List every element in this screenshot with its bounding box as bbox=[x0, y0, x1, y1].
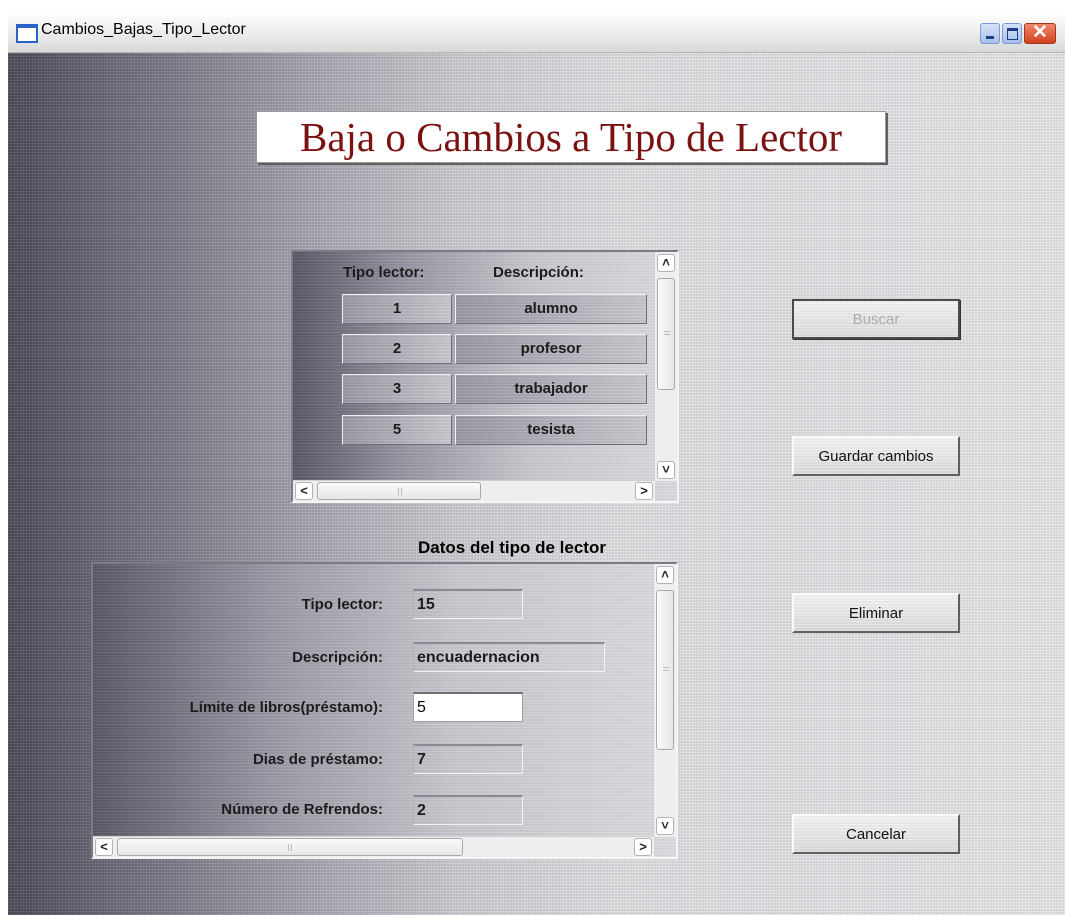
scroll-down-icon[interactable]: ˅ bbox=[657, 461, 675, 479]
page-title: Baja o Cambios a Tipo de Lector bbox=[256, 111, 886, 163]
grid-header-descripcion: Descripción: bbox=[493, 264, 584, 281]
title-bar[interactable]: Cambios_Bajas_Tipo_Lector ✕ bbox=[8, 12, 1065, 53]
close-icon: ✕ bbox=[1032, 22, 1048, 43]
field-label-descripcion: Descripción: bbox=[292, 649, 383, 666]
grid-vscroll-thumb[interactable] bbox=[657, 278, 675, 390]
tipo-lector-field: 15 bbox=[413, 589, 523, 619]
grid-cell-id[interactable]: 1 bbox=[342, 294, 452, 324]
dias-prestamo-field: 7 bbox=[413, 744, 523, 774]
delete-button[interactable]: Eliminar bbox=[792, 593, 960, 633]
save-changes-button[interactable]: Guardar cambios bbox=[792, 436, 960, 476]
details-vertical-scrollbar[interactable]: ˄ ˅ bbox=[653, 564, 676, 837]
grid-cell-desc[interactable]: profesor bbox=[455, 334, 647, 364]
grid-cell-desc[interactable]: trabajador bbox=[455, 374, 647, 404]
grid-cell-desc[interactable]: tesista bbox=[455, 415, 647, 445]
maximize-button[interactable] bbox=[1002, 23, 1022, 44]
grid-cell-id[interactable]: 5 bbox=[342, 415, 452, 445]
refrendos-field: 2 bbox=[413, 795, 523, 825]
details-horizontal-scrollbar[interactable]: < > bbox=[93, 836, 654, 857]
field-label-tipo-lector: Tipo lector: bbox=[301, 596, 383, 613]
grid-horizontal-scrollbar[interactable]: < > bbox=[293, 480, 655, 501]
details-caption: Datos del tipo de lector bbox=[418, 538, 606, 557]
limite-libros-input[interactable]: 5 bbox=[413, 692, 523, 722]
scroll-up-icon[interactable]: ˄ bbox=[656, 566, 674, 584]
field-label-dias-prestamo: Dias de préstamo: bbox=[252, 751, 383, 768]
details-vscroll-thumb[interactable] bbox=[656, 590, 674, 750]
descripcion-field: encuadernacion bbox=[413, 642, 605, 672]
cancel-button[interactable]: Cancelar bbox=[792, 814, 960, 854]
field-label-limite-libros: Límite de libros(préstamo): bbox=[189, 699, 383, 716]
scroll-down-icon[interactable]: ˅ bbox=[656, 817, 674, 835]
grid-cell-id[interactable]: 2 bbox=[342, 334, 452, 364]
search-button[interactable]: Buscar bbox=[792, 299, 960, 339]
close-button[interactable]: ✕ bbox=[1024, 23, 1056, 44]
window-title: Cambios_Bajas_Tipo_Lector bbox=[41, 21, 246, 38]
details-hscroll-thumb[interactable] bbox=[117, 838, 463, 856]
scroll-left-icon[interactable]: < bbox=[95, 838, 113, 856]
scroll-right-icon[interactable]: > bbox=[635, 482, 653, 500]
grid-vertical-scrollbar[interactable]: ˄ ˅ bbox=[654, 252, 677, 481]
field-label-refrendos: Número de Refrendos: bbox=[221, 801, 383, 818]
reader-type-grid[interactable]: Tipo lector: Descripción: 1 alumno 2 pro… bbox=[291, 250, 679, 503]
app-window: Cambios_Bajas_Tipo_Lector ✕ Baja o Cambi… bbox=[8, 12, 1065, 915]
window-icon bbox=[16, 24, 38, 43]
grid-cell-desc[interactable]: alumno bbox=[455, 294, 647, 324]
scroll-left-icon[interactable]: < bbox=[295, 482, 313, 500]
grid-header-tipo: Tipo lector: bbox=[343, 264, 425, 281]
scroll-right-icon[interactable]: > bbox=[634, 838, 652, 856]
details-panel[interactable]: Tipo lector: 15 Descripción: encuadernac… bbox=[91, 562, 678, 859]
scroll-up-icon[interactable]: ˄ bbox=[657, 254, 675, 272]
grid-hscroll-thumb[interactable] bbox=[317, 482, 481, 500]
form-body: Baja o Cambios a Tipo de Lector Tipo lec… bbox=[8, 53, 1065, 915]
grid-cell-id[interactable]: 3 bbox=[342, 374, 452, 404]
minimize-button[interactable] bbox=[980, 23, 1000, 44]
